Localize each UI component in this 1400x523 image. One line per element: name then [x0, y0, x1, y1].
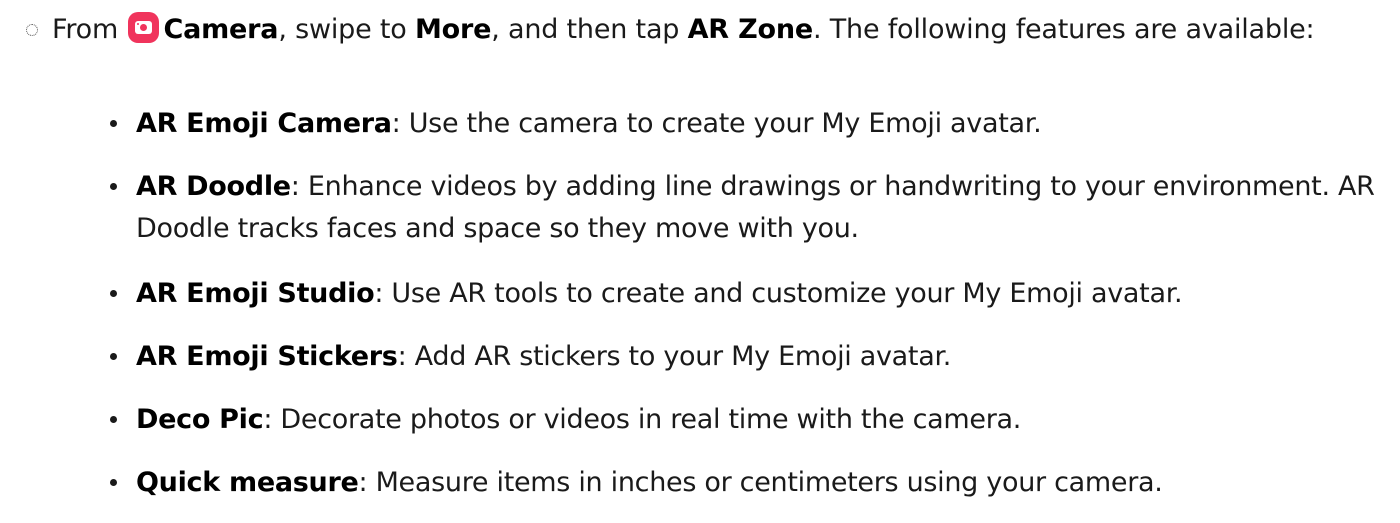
feature-term: AR Emoji Stickers: [136, 341, 398, 372]
bullet-icon: [110, 120, 117, 127]
feature-description: : Use the camera to create your My Emoji…: [391, 108, 1042, 139]
bullet-icon: [110, 290, 117, 297]
feature-item-ar-emoji-camera: AR Emoji Camera: Use the camera to creat…: [110, 103, 1390, 145]
camera-app-icon: [128, 12, 160, 43]
feature-item-ar-emoji-studio: AR Emoji Studio: Use AR tools to create …: [110, 273, 1390, 315]
document-page: From Camera, swipe to More, and then tap…: [0, 0, 1400, 523]
step-marker-icon: [26, 24, 38, 36]
instruction-from: From: [52, 14, 119, 45]
instruction-mid-1: , swipe to: [278, 14, 415, 45]
feature-term: AR Emoji Studio: [136, 278, 375, 309]
feature-list: AR Emoji Camera: Use the camera to creat…: [110, 103, 1390, 523]
bullet-icon: [110, 183, 117, 190]
bullet-icon: [110, 416, 117, 423]
feature-description: : Decorate photos or videos in real time…: [263, 404, 1022, 435]
bullet-icon: [110, 479, 117, 486]
feature-description: : Use AR tools to create and customize y…: [374, 278, 1183, 309]
bullet-icon: [110, 353, 117, 360]
app-name-camera: Camera: [163, 14, 279, 45]
feature-item-ar-emoji-stickers: AR Emoji Stickers: Add AR stickers to yo…: [110, 336, 1390, 378]
feature-description: : Add AR stickers to your My Emoji avata…: [397, 341, 952, 372]
feature-item-quick-measure: Quick measure: Measure items in inches o…: [110, 462, 1390, 504]
instruction-mid-2: , and then tap: [491, 14, 688, 45]
instruction-text: From Camera, swipe to More, and then tap…: [52, 6, 1382, 54]
feature-item-ar-doodle: AR Doodle: Enhance videos by adding line…: [110, 166, 1390, 250]
feature-description: : Enhance videos by adding line drawings…: [136, 171, 1375, 244]
instruction-end: . The following features are available:: [812, 14, 1315, 45]
feature-term: AR Emoji Camera: [136, 108, 392, 139]
feature-term: Quick measure: [136, 467, 359, 498]
feature-item-deco-pic: Deco Pic: Decorate photos or videos in r…: [110, 399, 1390, 441]
ar-zone-term: AR Zone: [687, 14, 814, 45]
feature-term: Deco Pic: [136, 404, 264, 435]
feature-term: AR Doodle: [136, 171, 291, 202]
feature-description: : Measure items in inches or centimeters…: [358, 467, 1163, 498]
more-term: More: [414, 14, 492, 45]
